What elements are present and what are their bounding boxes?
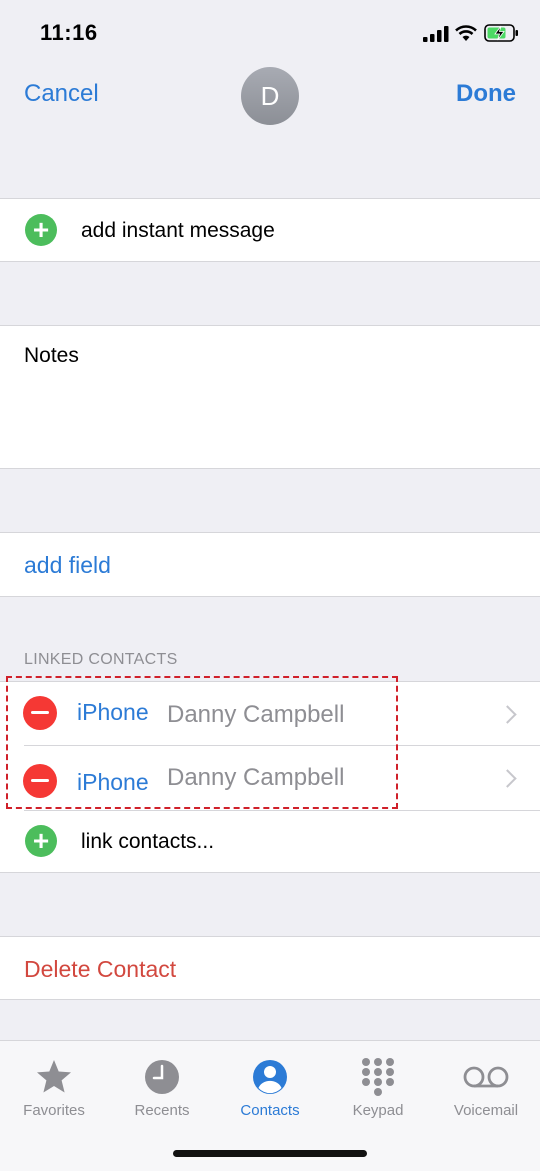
star-icon: [37, 1060, 71, 1093]
linked-contacts-header: LINKED CONTACTS: [24, 651, 178, 668]
tab-keypad[interactable]: Keypad: [324, 1057, 432, 1119]
tab-recents[interactable]: Recents: [108, 1057, 216, 1119]
clock-icon: [145, 1060, 179, 1094]
person-circle-icon: [253, 1060, 287, 1094]
delete-contact-row[interactable]: Delete Contact: [0, 936, 540, 1000]
battery-charging-icon: [484, 24, 518, 42]
cancel-button[interactable]: Cancel: [24, 80, 99, 108]
keypad-icon: [362, 1058, 394, 1096]
status-time: 11:16: [40, 20, 98, 45]
tab-contacts[interactable]: Contacts: [216, 1057, 324, 1119]
tab-label: Favorites: [23, 1102, 85, 1119]
done-button[interactable]: Done: [456, 80, 516, 108]
highlight-box: [6, 676, 398, 809]
add-field-label: add field: [24, 552, 111, 578]
tab-label: Voicemail: [453, 1102, 519, 1119]
chevron-right-icon: [498, 769, 517, 788]
delete-contact-label: Delete Contact: [24, 956, 177, 982]
tab-label: Recents: [134, 1102, 190, 1119]
link-contacts-row[interactable]: + link contacts...: [0, 811, 540, 873]
signal-icon: [423, 26, 449, 42]
add-field-row[interactable]: add field: [0, 532, 540, 597]
notes-field[interactable]: Notes: [0, 325, 540, 469]
tab-label: Keypad: [352, 1102, 404, 1119]
voicemail-icon: [463, 1066, 509, 1088]
tab-label: Contacts: [240, 1102, 300, 1119]
home-indicator[interactable]: [173, 1150, 367, 1157]
tab-favorites[interactable]: Favorites: [0, 1057, 108, 1119]
tab-voicemail[interactable]: Voicemail: [432, 1057, 540, 1119]
add-instant-message-row[interactable]: + add instant message: [0, 198, 540, 262]
add-instant-message-label: add instant message: [81, 219, 275, 242]
avatar[interactable]: D: [241, 67, 299, 125]
add-icon[interactable]: +: [25, 825, 57, 857]
chevron-right-icon: [498, 705, 517, 724]
link-contacts-label: link contacts...: [81, 830, 215, 853]
wifi-icon: [455, 25, 477, 41]
add-icon[interactable]: +: [25, 214, 57, 246]
notes-label: Notes: [24, 344, 79, 367]
